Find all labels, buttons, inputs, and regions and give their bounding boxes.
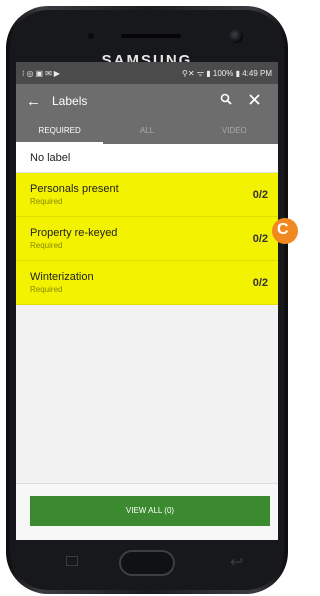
home-button[interactable]: [119, 550, 175, 576]
label-row-personals-present[interactable]: Personals present Required 0/2: [16, 173, 278, 217]
label-row-property-rekeyed[interactable]: Property re-keyed Required 0/2: [16, 217, 278, 261]
label-subtitle: Required: [30, 197, 63, 206]
front-camera-icon: [229, 29, 243, 43]
label-name: Property re-keyed: [30, 227, 118, 239]
search-icon[interactable]: [212, 92, 240, 110]
label-subtitle: Required: [30, 241, 63, 250]
footer-bar: VIEW ALL (0): [16, 483, 278, 540]
hardware-back-icon[interactable]: ↩: [230, 552, 243, 572]
close-icon[interactable]: [240, 92, 268, 110]
app-screen: ⁝◎▣✉▶ ⚲✕ ᯤ ▮ 100% ▮ 4:49 PM ← Labels REQ…: [16, 62, 278, 540]
app-bar: ← Labels: [16, 84, 278, 118]
tab-video[interactable]: VIDEO: [191, 118, 278, 144]
status-bar: ⁝◎▣✉▶ ⚲✕ ᯤ ▮ 100% ▮ 4:49 PM: [16, 62, 278, 84]
label-subtitle: Required: [30, 285, 63, 294]
hardware-nav-bar: ↩: [16, 544, 278, 588]
no-label-item[interactable]: No label: [16, 144, 278, 173]
tab-required[interactable]: REQUIRED: [16, 118, 104, 144]
label-count: 0/2: [252, 277, 268, 289]
label-name: Winterization: [30, 271, 94, 283]
label-count: 0/2: [252, 189, 268, 201]
label-count: 0/2: [252, 233, 268, 245]
page-title: Labels: [52, 94, 88, 108]
label-row-winterization[interactable]: Winterization Required 0/2: [16, 261, 278, 305]
proximity-sensor: [88, 33, 94, 39]
tab-all[interactable]: ALL: [103, 118, 190, 144]
status-left-icons: ⁝◎▣✉▶: [22, 68, 62, 78]
back-arrow-icon[interactable]: ←: [26, 93, 48, 110]
step-marker-icon: C: [272, 218, 298, 244]
status-right: ⚲✕ ᯤ ▮ 100% ▮ 4:49 PM: [181, 68, 272, 78]
earpiece-speaker: [121, 34, 181, 38]
tab-bar: REQUIRED ALL VIDEO: [16, 118, 278, 144]
view-all-button[interactable]: VIEW ALL (0): [30, 496, 270, 526]
recent-apps-icon[interactable]: [66, 556, 78, 566]
label-name: Personals present: [30, 183, 119, 195]
